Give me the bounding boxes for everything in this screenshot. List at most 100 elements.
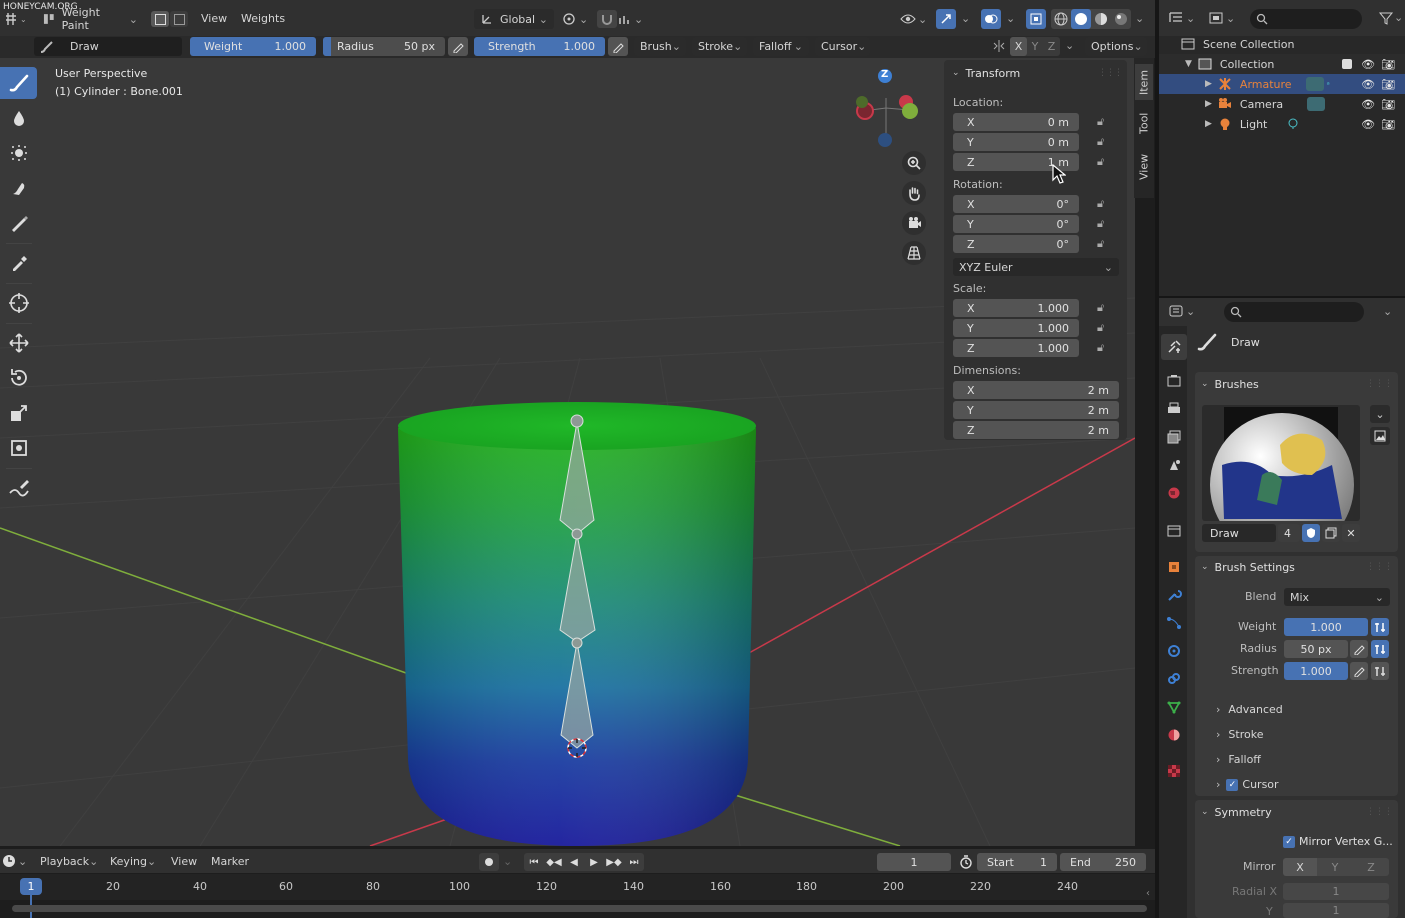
- current-frame-field[interactable]: 1: [877, 853, 951, 871]
- perspective-toggle[interactable]: [902, 241, 926, 265]
- expand-right-icon[interactable]: ▶: [1205, 79, 1212, 89]
- radius-pressure-toggle[interactable]: [448, 37, 468, 56]
- properties-search[interactable]: [1224, 302, 1364, 322]
- play-button[interactable]: ▶: [584, 853, 604, 871]
- xray-toggle[interactable]: [1026, 9, 1046, 29]
- shading-wireframe[interactable]: [1051, 9, 1071, 29]
- brush-preview[interactable]: [1202, 405, 1360, 521]
- tab-texture[interactable]: [1161, 760, 1187, 782]
- symmetry-header[interactable]: ⌄ Symmetry ⋮⋮⋮: [1201, 804, 1393, 820]
- radius-unified-toggle[interactable]: [1371, 640, 1389, 658]
- pivot-button[interactable]: ⌄: [561, 11, 591, 27]
- keying-menu[interactable]: Keying ⌄: [104, 852, 160, 870]
- location-x-field[interactable]: X0 m: [953, 113, 1079, 131]
- expand-right-icon[interactable]: ▶: [1205, 99, 1212, 109]
- tab-item[interactable]: Item: [1135, 64, 1153, 100]
- lock-icon[interactable]: 🔓︎: [1097, 237, 1104, 251]
- brush-menu[interactable]: Brush ⌄: [634, 37, 686, 56]
- timeline-marker-menu[interactable]: Marker: [211, 855, 249, 868]
- properties-editor-type[interactable]: ⌄: [1168, 304, 1195, 318]
- tab-physics[interactable]: [1161, 640, 1187, 662]
- snap-target[interactable]: ⌄: [618, 11, 648, 27]
- tab-tool-settings[interactable]: [1161, 334, 1187, 360]
- eye-icon[interactable]: 👁︎: [1361, 98, 1375, 111]
- outliner-row-camera[interactable]: ▶ Camera 👁︎ 📷︎: [1159, 94, 1405, 114]
- lock-icon[interactable]: 🔓︎: [1097, 115, 1104, 129]
- select-mode-b[interactable]: [170, 11, 188, 27]
- tool-sample-weight[interactable]: [0, 247, 37, 279]
- dimension-z-field[interactable]: Z2 m: [953, 421, 1119, 439]
- tool-move[interactable]: [0, 327, 37, 359]
- camera-render-icon[interactable]: 📷︎: [1381, 58, 1395, 71]
- mirror-z-toggle[interactable]: Z: [1043, 37, 1060, 56]
- stroke-menu[interactable]: Stroke ⌄: [692, 37, 747, 56]
- tab-modifiers[interactable]: [1161, 584, 1187, 606]
- tab-view[interactable]: View: [1135, 148, 1153, 186]
- dimension-y-field[interactable]: Y2 m: [953, 401, 1119, 419]
- outliner-row-light[interactable]: ▶ Light 👁︎ 📷︎: [1159, 114, 1405, 134]
- prev-keyframe-button[interactable]: ◆◀: [544, 853, 564, 871]
- camera-render-icon[interactable]: 📷︎: [1381, 98, 1395, 111]
- eye-icon[interactable]: 👁︎: [1361, 78, 1375, 91]
- subpanel-advanced[interactable]: › Advanced: [1216, 703, 1283, 716]
- symmetry-y-toggle[interactable]: Y: [1317, 858, 1353, 876]
- drag-handle-icon[interactable]: ⋮⋮⋮: [1366, 562, 1393, 572]
- lock-icon[interactable]: 🔓︎: [1097, 321, 1104, 335]
- outliner-editor-type[interactable]: ⌄: [1168, 11, 1195, 25]
- tool-average[interactable]: [0, 137, 37, 169]
- zoom-button[interactable]: [902, 151, 926, 175]
- tab-view-layer[interactable]: [1161, 426, 1187, 448]
- display-mode[interactable]: ⌄: [1208, 11, 1235, 25]
- tab-object[interactable]: [1161, 556, 1187, 578]
- shading-solid[interactable]: [1071, 9, 1091, 29]
- mirror-vertex-groups-checkbox[interactable]: ✓: [1283, 835, 1295, 848]
- orientation-selector[interactable]: Global ⌄: [474, 9, 554, 29]
- radius-pressure-button[interactable]: [1350, 640, 1368, 658]
- lock-icon[interactable]: 🔓︎: [1097, 197, 1104, 211]
- expand-down-icon[interactable]: ▼: [1185, 59, 1192, 69]
- tab-world[interactable]: [1161, 482, 1187, 504]
- brush-browse-button[interactable]: ⌄: [1370, 405, 1390, 423]
- camera-render-icon[interactable]: 📷︎: [1381, 78, 1395, 91]
- jump-start-button[interactable]: ⏮: [524, 853, 544, 871]
- radius-slider[interactable]: 50 px: [1284, 640, 1348, 658]
- symmetry-z-toggle[interactable]: Z: [1353, 858, 1389, 876]
- radial-x-field[interactable]: 1: [1283, 883, 1389, 900]
- subpanel-falloff[interactable]: › Falloff: [1216, 753, 1261, 766]
- cursor-menu[interactable]: Cursor ⌄: [815, 37, 870, 56]
- camera-view-button[interactable]: [902, 211, 926, 235]
- timeline-view-menu[interactable]: View: [171, 855, 197, 868]
- transform-panel-header[interactable]: ⌄ Transform ⋮⋮⋮: [952, 64, 1123, 82]
- preview-range-toggle[interactable]: [957, 853, 975, 871]
- snap-toggle[interactable]: [597, 10, 617, 28]
- unlink-brush-button[interactable]: ✕: [1342, 524, 1360, 542]
- tool-draw[interactable]: [0, 67, 37, 99]
- scale-y-field[interactable]: Y 1.000: [953, 319, 1079, 337]
- tool-blur[interactable]: [0, 102, 37, 134]
- lock-icon[interactable]: 🔓︎: [1097, 341, 1104, 355]
- collapse-region-icon[interactable]: ‹: [1146, 888, 1150, 899]
- weight-slider[interactable]: 1.000: [1284, 618, 1368, 636]
- mirror-x-toggle[interactable]: X: [1010, 37, 1027, 56]
- tab-particles[interactable]: [1161, 612, 1187, 634]
- brush-users-count[interactable]: 4: [1278, 524, 1300, 542]
- weight-unified-toggle[interactable]: [1371, 618, 1389, 636]
- brush-image-button[interactable]: [1370, 427, 1390, 445]
- eye-icon[interactable]: 👁︎: [1361, 118, 1375, 131]
- overlay-toggle[interactable]: [981, 9, 1001, 29]
- tool-transform[interactable]: [0, 432, 37, 464]
- lock-icon[interactable]: 🔓︎: [1097, 135, 1104, 149]
- mode-selector[interactable]: Weight Paint ⌄: [36, 6, 144, 32]
- tab-output[interactable]: [1161, 398, 1187, 420]
- lock-icon[interactable]: 🔓︎: [1097, 217, 1104, 231]
- rotation-x-field[interactable]: X 0°: [953, 195, 1079, 213]
- tool-scale[interactable]: [0, 397, 37, 429]
- rotation-z-field[interactable]: Z 0°: [953, 235, 1079, 253]
- menu-view[interactable]: View: [201, 12, 227, 25]
- drag-handle-icon[interactable]: ⋮⋮⋮: [1366, 807, 1393, 817]
- tool-smear[interactable]: [0, 172, 37, 204]
- timeline-scrollbar[interactable]: [12, 905, 1147, 912]
- subpanel-cursor[interactable]: › ✓ Cursor: [1216, 778, 1279, 791]
- scale-z-field[interactable]: Z 1.000: [953, 339, 1079, 357]
- brush-settings-header[interactable]: ⌄ Brush Settings ⋮⋮⋮: [1201, 559, 1393, 575]
